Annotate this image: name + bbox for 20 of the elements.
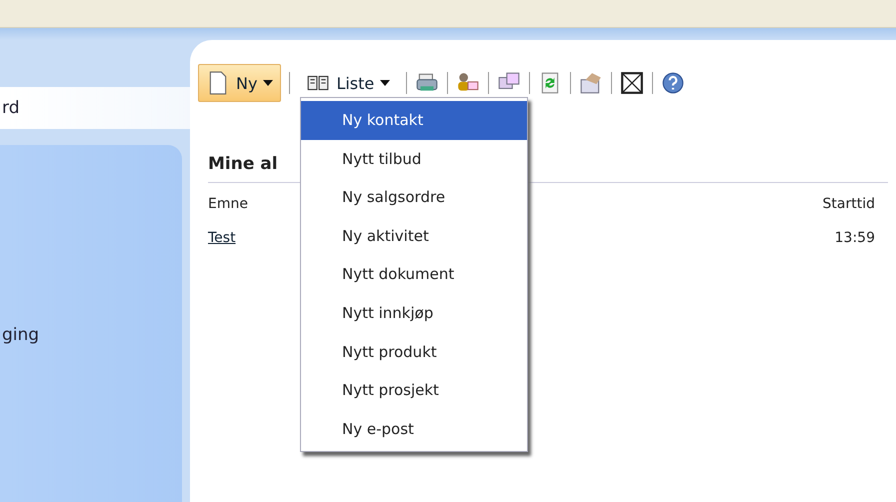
table-cell: 13:59 — [834, 230, 875, 246]
column-header: Starttid — [822, 196, 875, 212]
box-cross-icon[interactable] — [620, 71, 644, 95]
menu-item[interactable]: Nytt produkt — [301, 332, 527, 372]
caret-icon — [380, 80, 390, 86]
help-icon[interactable] — [661, 71, 686, 95]
menu-item[interactable]: Ny kontakt — [301, 101, 527, 140]
sidebar-item[interactable]: ging — [0, 325, 182, 345]
menu-item[interactable]: Nytt dokument — [301, 255, 527, 294]
sidebar-item[interactable]: rd — [0, 87, 190, 129]
column-header: Emne — [208, 196, 248, 212]
menu-item[interactable]: Nytt prosjekt — [301, 371, 527, 410]
caret-icon — [263, 80, 274, 86]
toolbar-dropdown-button[interactable]: Ny — [198, 64, 282, 102]
menu-item[interactable]: Ny e-post — [301, 410, 527, 448]
subject-link[interactable]: Test — [208, 230, 236, 246]
card-icon[interactable] — [579, 71, 604, 95]
menu-item[interactable]: Nytt innkjøp — [301, 294, 527, 333]
menu-item[interactable]: Ny aktivitet — [301, 216, 527, 256]
toolbar-dropdown-button[interactable]: Liste — [298, 64, 398, 102]
